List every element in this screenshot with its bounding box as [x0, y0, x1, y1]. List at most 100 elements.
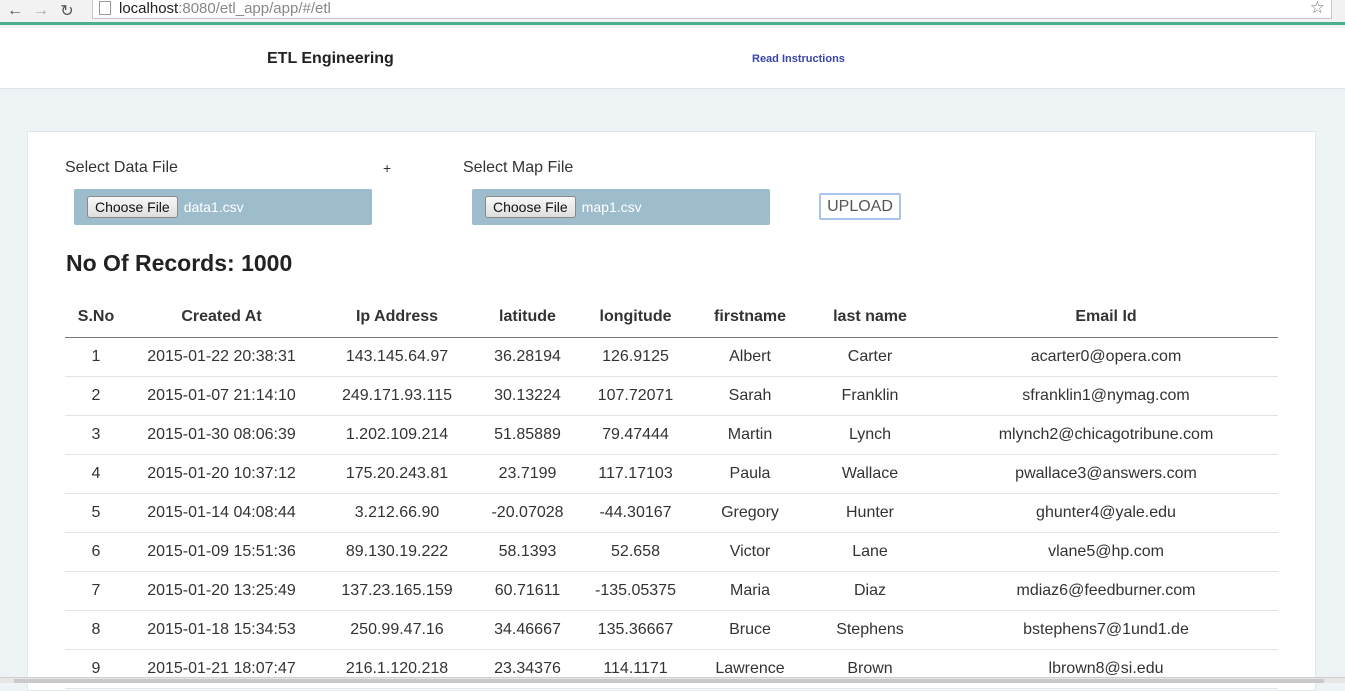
- cell-firstname: Gregory: [694, 493, 806, 533]
- cell-email-id: mdiaz6@feedburner.com: [934, 571, 1278, 611]
- cell-email-id: vlane5@hp.com: [934, 532, 1278, 572]
- map-file-name: map1.csv: [581, 199, 642, 215]
- star-icon[interactable]: ☆: [1310, 0, 1325, 18]
- cell-email-id: bstephens7@1und1.de: [934, 610, 1278, 650]
- cell-created-at: 2015-01-30 08:06:39: [127, 415, 316, 455]
- browser-toolbar: ← → ↻ localhost:8080/etl_app/app/#/etl ☆: [0, 0, 1345, 25]
- cell-sno: 5: [65, 493, 127, 533]
- cell-ip-address: 89.130.19.222: [316, 532, 478, 572]
- cell-latitude: 23.7199: [478, 454, 577, 494]
- cell-latitude: -20.07028: [478, 493, 577, 533]
- cell-last-name: Diaz: [806, 571, 934, 611]
- cell-latitude: 58.1393: [478, 532, 577, 572]
- header-ip-address: Ip Address: [316, 297, 478, 338]
- cell-latitude: 51.85889: [478, 415, 577, 455]
- cell-firstname: Maria: [694, 571, 806, 611]
- cell-email-id: sfranklin1@nymag.com: [934, 376, 1278, 416]
- cell-ip-address: 249.171.93.115: [316, 376, 478, 416]
- reload-icon[interactable]: ↻: [56, 1, 78, 21]
- page-icon: [99, 1, 111, 15]
- cell-sno: 6: [65, 532, 127, 572]
- cell-email-id: mlynch2@chicagotribune.com: [934, 415, 1278, 455]
- horizontal-scrollbar[interactable]: [0, 677, 1345, 683]
- cell-email-id: pwallace3@answers.com: [934, 454, 1278, 494]
- header-email-id: Email Id: [934, 297, 1278, 338]
- cell-last-name: Lane: [806, 532, 934, 572]
- cell-created-at: 2015-01-18 15:34:53: [127, 610, 316, 650]
- cell-longitude: 107.72071: [577, 376, 694, 416]
- table-row: 3 2015-01-30 08:06:39 1.202.109.214 51.8588…: [65, 415, 1278, 455]
- cell-longitude: 135.36667: [577, 610, 694, 650]
- header-created-at: Created At: [127, 297, 316, 338]
- cell-last-name: Lynch: [806, 415, 934, 455]
- table-row: 4 2015-01-20 10:37:12 175.20.243.81 23.7199…: [65, 454, 1278, 494]
- cell-sno: 7: [65, 571, 127, 611]
- scrollbar-thumb[interactable]: [14, 679, 1324, 683]
- records-count: No Of Records: 1000: [66, 250, 293, 276]
- header-last-name: last name: [806, 297, 934, 338]
- cell-created-at: 2015-01-20 10:37:12: [127, 454, 316, 494]
- table-row: 7 2015-01-20 13:25:49 137.23.165.159 60.716…: [65, 571, 1278, 611]
- cell-last-name: Wallace: [806, 454, 934, 494]
- table-row: 1 2015-01-22 20:38:31 143.145.64.97 36.2819…: [65, 337, 1278, 377]
- map-file-picker: Choose File map1.csv: [472, 189, 770, 225]
- header-firstname: firstname: [694, 297, 806, 338]
- brand-title: ETL Engineering: [267, 50, 394, 67]
- cell-last-name: Franklin: [806, 376, 934, 416]
- cell-ip-address: 143.145.64.97: [316, 337, 478, 377]
- cell-sno: 3: [65, 415, 127, 455]
- cell-longitude: 117.17103: [577, 454, 694, 494]
- read-instructions-link[interactable]: Read Instructions: [752, 53, 845, 65]
- table-header-row: S.No Created At Ip Address latitude long…: [65, 297, 1278, 338]
- address-bar[interactable]: localhost:8080/etl_app/app/#/etl ☆: [92, 0, 1332, 19]
- header-longitude: longitude: [577, 297, 694, 338]
- cell-latitude: 34.46667: [478, 610, 577, 650]
- cell-created-at: 2015-01-14 04:08:44: [127, 493, 316, 533]
- forward-arrow-icon[interactable]: →: [30, 1, 52, 21]
- cell-longitude: 52.658: [577, 532, 694, 572]
- cell-latitude: 60.71611: [478, 571, 577, 611]
- cell-latitude: 30.13224: [478, 376, 577, 416]
- cell-ip-address: 3.212.66.90: [316, 493, 478, 533]
- upload-button[interactable]: UPLOAD: [819, 193, 901, 220]
- cell-longitude: -135.05375: [577, 571, 694, 611]
- url-host: localhost: [119, 0, 179, 17]
- cell-last-name: Stephens: [806, 610, 934, 650]
- choose-data-file-button[interactable]: Choose File: [87, 196, 178, 218]
- cell-ip-address: 1.202.109.214: [316, 415, 478, 455]
- cell-last-name: Carter: [806, 337, 934, 377]
- table-row: 8 2015-01-18 15:34:53 250.99.47.16 34.46667…: [65, 610, 1278, 650]
- cell-sno: 8: [65, 610, 127, 650]
- cell-email-id: acarter0@opera.com: [934, 337, 1278, 377]
- url-path: :8080/etl_app/app/#/etl: [178, 0, 331, 17]
- cell-firstname: Victor: [694, 532, 806, 572]
- cell-firstname: Albert: [694, 337, 806, 377]
- cell-ip-address: 137.23.165.159: [316, 571, 478, 611]
- cell-firstname: Bruce: [694, 610, 806, 650]
- cell-firstname: Martin: [694, 415, 806, 455]
- header-latitude: latitude: [478, 297, 577, 338]
- cell-last-name: Hunter: [806, 493, 934, 533]
- data-file-label: Select Data File: [65, 159, 178, 176]
- cell-created-at: 2015-01-09 15:51:36: [127, 532, 316, 572]
- cell-longitude: 126.9125: [577, 337, 694, 377]
- cell-firstname: Paula: [694, 454, 806, 494]
- choose-map-file-button[interactable]: Choose File: [485, 196, 576, 218]
- etl-card: Select Data File + Select Map File Choos…: [27, 131, 1316, 691]
- records-table: S.No Created At Ip Address latitude long…: [65, 297, 1278, 689]
- map-file-label: Select Map File: [463, 159, 574, 176]
- cell-created-at: 2015-01-22 20:38:31: [127, 337, 316, 377]
- table-row: 6 2015-01-09 15:51:36 89.130.19.222 58.1393…: [65, 532, 1278, 572]
- cell-email-id: ghunter4@yale.edu: [934, 493, 1278, 533]
- table-row: 2 2015-01-07 21:14:10 249.171.93.115 30.132…: [65, 376, 1278, 416]
- back-arrow-icon[interactable]: ←: [4, 1, 26, 21]
- app-header: ETL Engineering Read Instructions: [0, 28, 1345, 89]
- cell-latitude: 36.28194: [478, 337, 577, 377]
- cell-longitude: 79.47444: [577, 415, 694, 455]
- cell-ip-address: 175.20.243.81: [316, 454, 478, 494]
- data-file-picker: Choose File data1.csv: [74, 189, 372, 225]
- header-sno: S.No: [65, 297, 127, 338]
- cell-sno: 2: [65, 376, 127, 416]
- cell-firstname: Sarah: [694, 376, 806, 416]
- cell-sno: 4: [65, 454, 127, 494]
